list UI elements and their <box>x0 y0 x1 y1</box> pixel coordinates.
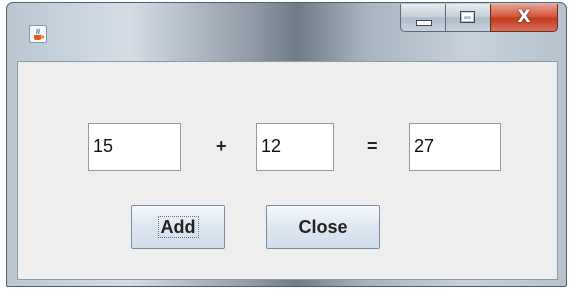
plus-operator: + <box>216 136 227 156</box>
close-button[interactable]: Close <box>266 205 380 249</box>
app-window: X 15 + 12 = 27 Add Close <box>6 2 567 287</box>
maximize-icon <box>460 11 475 23</box>
operand2-field[interactable]: 12 <box>256 123 334 171</box>
operand1-field[interactable]: 15 <box>88 123 181 171</box>
equals-sign: = <box>367 136 378 156</box>
close-icon: X <box>517 7 531 27</box>
minimize-button[interactable] <box>400 4 445 32</box>
minimize-icon <box>416 20 432 26</box>
content-panel: 15 + 12 = 27 Add Close <box>17 61 558 280</box>
result-field[interactable]: 27 <box>409 123 501 171</box>
maximize-button[interactable] <box>445 4 490 32</box>
close-window-button[interactable]: X <box>490 4 558 32</box>
add-button[interactable]: Add <box>131 205 225 249</box>
add-button-label: Add <box>157 216 199 238</box>
java-coffee-cup-icon[interactable] <box>29 25 47 43</box>
caption-buttons: X <box>400 4 558 32</box>
title-bar[interactable]: X <box>7 3 566 61</box>
close-button-label: Close <box>298 217 348 237</box>
